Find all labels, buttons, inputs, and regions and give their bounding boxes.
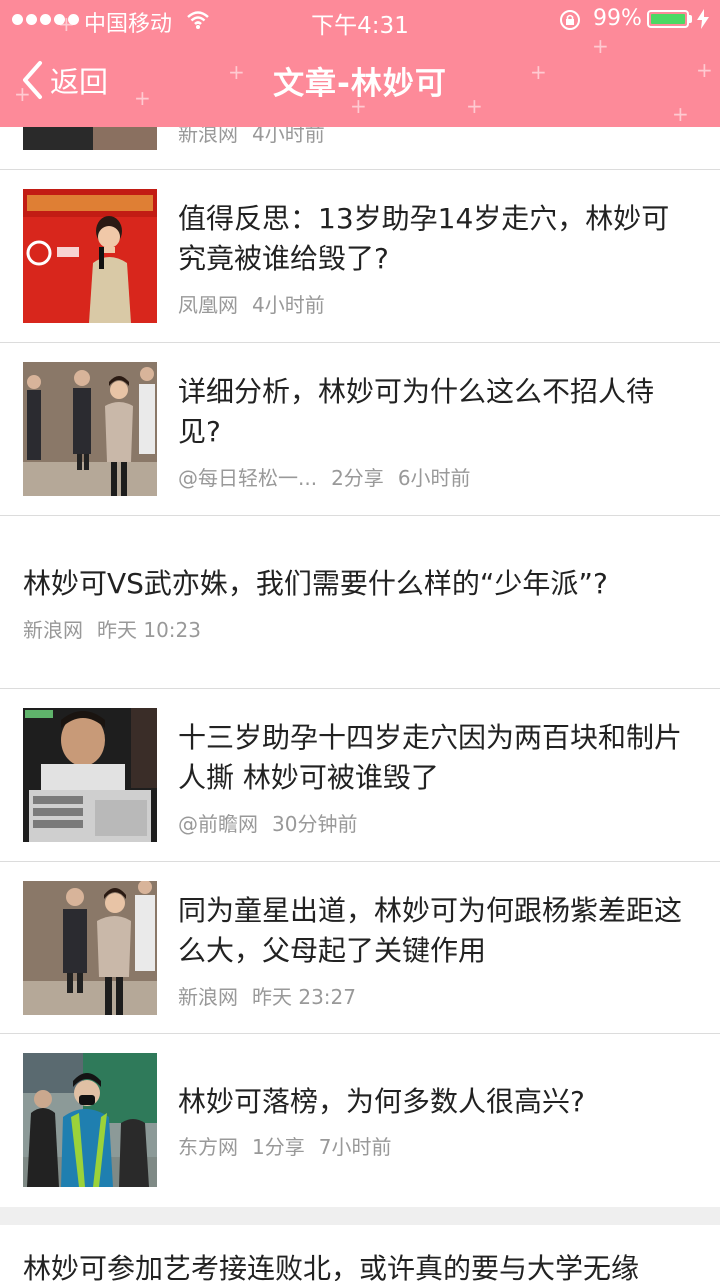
article-title: 值得反思：13岁助孕14岁走穴，林妙可究竟被谁给毁了? (178, 202, 670, 275)
article-time: 30分钟前 (272, 812, 358, 836)
article-meta: 新浪网 昨天 23:27 (178, 981, 356, 1010)
article-time: 昨天 10:23 (97, 618, 201, 642)
battery-icon (647, 10, 689, 28)
list-item[interactable]: 详细分析，林妙可为什么这么不招人待见? @每日轻松一... 2分享 6小时前 (0, 343, 720, 516)
article-thumbnail (23, 708, 157, 842)
article-time: 昨天 23:27 (252, 985, 356, 1009)
article-source: @每日轻松一... (178, 466, 318, 490)
article-thumbnail (23, 362, 157, 496)
article-thumbnail (23, 189, 157, 323)
article-source: 新浪网 (178, 985, 238, 1009)
list-item[interactable]: 同为童星出道，林妙可为何跟杨紫差距这么大，父母起了关键作用 新浪网 昨天 23:2… (0, 862, 720, 1034)
list-item[interactable]: 林妙可VS武亦姝，我们需要什么样的“少年派”? 新浪网 昨天 10:23 (0, 516, 720, 689)
article-source: 新浪网 (23, 618, 83, 642)
article-title: 十三岁助孕十四岁走穴因为两百块和制片人撕 林妙可被谁毁了 (178, 721, 683, 794)
article-meta: 东方网 1分享 7小时前 (178, 1131, 391, 1160)
list-item[interactable]: 值得反思：13岁助孕14岁走穴，林妙可究竟被谁给毁了? 凤凰网 4小时前 (0, 170, 720, 343)
sparkle-icon: + (672, 102, 689, 126)
article-title: 详细分析，林妙可为什么这么不招人待见? (178, 375, 655, 448)
article-meta: 新浪网 昨天 10:23 (23, 614, 201, 643)
article-meta: @每日轻松一... 2分享 6小时前 (178, 462, 471, 491)
article-meta: 凤凰网 4小时前 (178, 289, 325, 318)
battery-percent: 99% (593, 6, 642, 31)
status-bar: 中国移动 下午4:31 99% (0, 0, 720, 40)
section-divider (0, 1207, 720, 1225)
rotation-lock-icon (560, 10, 580, 30)
list-item[interactable]: 林妙可参加艺考接连败北，或许真的要与大学无缘 (0, 1225, 720, 1281)
article-title: 林妙可落榜，为何多数人很高兴? (178, 1085, 585, 1118)
article-thumbnail (23, 1053, 157, 1187)
article-time: 6小时前 (397, 466, 471, 490)
article-source: 东方网 (178, 1135, 238, 1159)
nav-header: + + + + + + + + + + 中国移动 下午4:31 99% 返回 文… (0, 0, 720, 127)
article-time: 7小时前 (318, 1135, 392, 1159)
battery-tip (689, 15, 692, 23)
article-meta: @前瞻网 30分钟前 (178, 808, 357, 837)
article-source: 凤凰网 (178, 293, 238, 317)
list-item[interactable]: 林妙可落榜，为何多数人很高兴? 东方网 1分享 7小时前 (0, 1034, 720, 1206)
article-source: @前瞻网 (178, 812, 258, 836)
article-time: 4小时前 (252, 293, 325, 317)
screen: 新浪网 4小时前 值得反思：13岁助孕14岁走穴，林妙可究竟被谁给毁了? 凤凰网… (0, 0, 720, 1281)
article-title: 同为童星出道，林妙可为何跟杨紫差距这么大，父母起了关键作用 (178, 894, 683, 967)
charging-bolt-icon (697, 9, 709, 29)
article-share-count: 1分享 (252, 1135, 305, 1159)
list-item[interactable]: 十三岁助孕十四岁走穴因为两百块和制片人撕 林妙可被谁毁了 @前瞻网 30分钟前 (0, 689, 720, 862)
page-title: 文章-林妙可 (273, 66, 447, 102)
article-title: 林妙可VS武亦姝，我们需要什么样的“少年派”? (23, 567, 608, 600)
article-thumbnail (23, 881, 157, 1015)
article-title: 林妙可参加艺考接连败北，或许真的要与大学无缘 (23, 1252, 640, 1281)
article-share-count: 2分享 (331, 466, 384, 490)
